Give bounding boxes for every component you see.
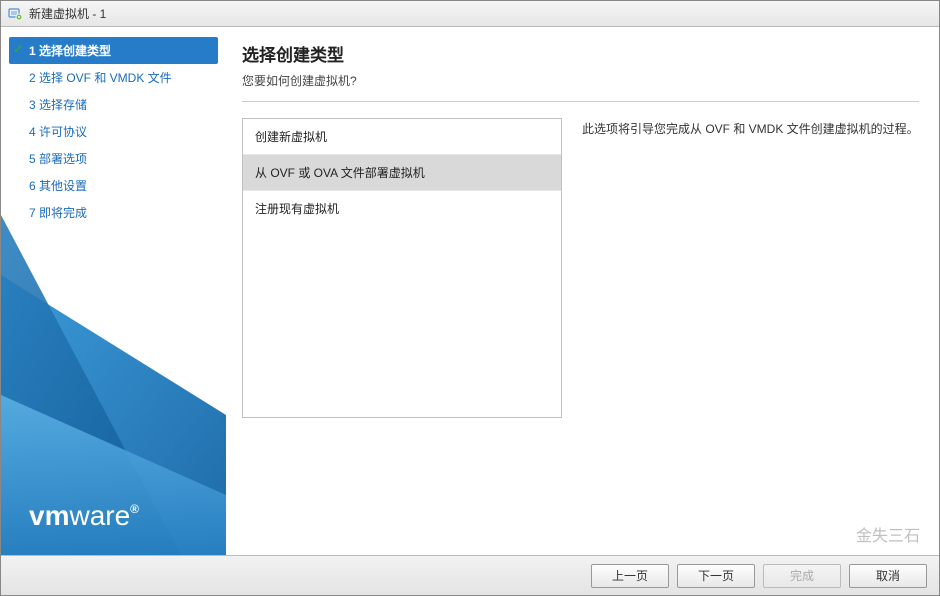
- content-area: 1 选择创建类型 2 选择 OVF 和 VMDK 文件 3 选择存储 4 许可协…: [1, 27, 939, 555]
- step-select-creation-type[interactable]: 1 选择创建类型: [9, 37, 218, 64]
- finish-button: 完成: [763, 564, 841, 588]
- next-button[interactable]: 下一页: [677, 564, 755, 588]
- window-title: 新建虚拟机 - 1: [29, 5, 106, 22]
- creation-type-list: 创建新虚拟机 从 OVF 或 OVA 文件部署虚拟机 注册现有虚拟机: [242, 118, 562, 418]
- wizard-sidebar: 1 选择创建类型 2 选择 OVF 和 VMDK 文件 3 选择存储 4 许可协…: [1, 27, 226, 555]
- main-body: 创建新虚拟机 从 OVF 或 OVA 文件部署虚拟机 注册现有虚拟机 此选项将引…: [242, 118, 919, 541]
- option-description: 此选项将引导您完成从 OVF 和 VMDK 文件创建虚拟机的过程。: [582, 118, 919, 139]
- option-create-new-vm[interactable]: 创建新虚拟机: [243, 119, 561, 155]
- main-panel: 选择创建类型 您要如何创建虚拟机? 创建新虚拟机 从 OVF 或 OVA 文件部…: [226, 27, 939, 555]
- wizard-window: 新建虚拟机 - 1 1 选择创建类型 2 选择 OVF 和 VMDK 文件 3 …: [0, 0, 940, 596]
- page-title: 选择创建类型: [242, 41, 919, 66]
- titlebar: 新建虚拟机 - 1: [1, 1, 939, 27]
- wizard-footer: 上一页 下一页 完成 取消: [1, 555, 939, 595]
- option-deploy-from-ovf[interactable]: 从 OVF 或 OVA 文件部署虚拟机: [243, 155, 561, 191]
- cancel-button[interactable]: 取消: [849, 564, 927, 588]
- option-register-existing-vm[interactable]: 注册现有虚拟机: [243, 191, 561, 226]
- step-select-storage[interactable]: 3 选择存储: [9, 91, 218, 118]
- vm-icon: [7, 6, 23, 22]
- back-button[interactable]: 上一页: [591, 564, 669, 588]
- step-list: 1 选择创建类型 2 选择 OVF 和 VMDK 文件 3 选择存储 4 许可协…: [1, 37, 226, 226]
- svg-text:vmware®: vmware®: [29, 500, 139, 531]
- page-subtitle: 您要如何创建虚拟机?: [242, 72, 919, 89]
- divider: [242, 101, 919, 102]
- sidebar-graphic: vmware®: [1, 215, 226, 555]
- step-additional-settings[interactable]: 6 其他设置: [9, 172, 218, 199]
- step-deployment-options[interactable]: 5 部署选项: [9, 145, 218, 172]
- step-license-agreement[interactable]: 4 许可协议: [9, 118, 218, 145]
- step-select-ovf-vmdk[interactable]: 2 选择 OVF 和 VMDK 文件: [9, 64, 218, 91]
